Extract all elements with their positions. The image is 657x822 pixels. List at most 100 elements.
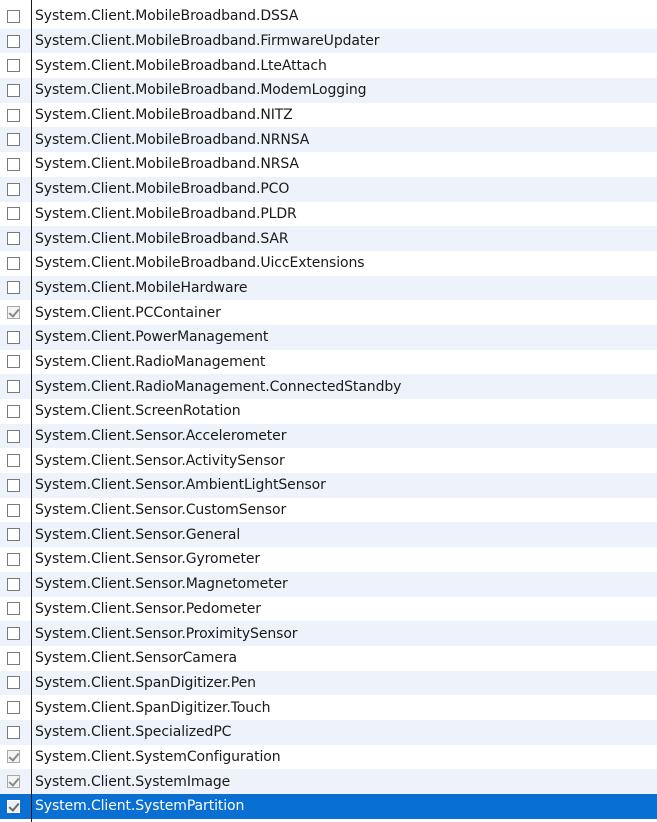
list-item[interactable]: System.Client.Sensor.Gyrometer: [0, 547, 657, 572]
checkbox-cell[interactable]: [0, 498, 32, 523]
checkbox-cell[interactable]: [0, 794, 32, 819]
checkbox-cell[interactable]: [0, 152, 32, 177]
list-item[interactable]: System.Client.RadioManagement.ConnectedS…: [0, 374, 657, 399]
list-item[interactable]: System.Client.SystemImage: [0, 769, 657, 794]
list-item[interactable]: System.Client.SystemConfiguration: [0, 745, 657, 770]
checkbox[interactable]: [6, 552, 20, 566]
list-item[interactable]: System.Client.Sensor.Accelerometer: [0, 423, 657, 449]
feature-list[interactable]: System.Client.MobileBroadband.DSSA System…: [0, 4, 657, 819]
checkbox-cell[interactable]: [0, 522, 32, 547]
checkbox[interactable]: [6, 478, 20, 492]
checkbox-cell[interactable]: [0, 325, 32, 350]
checkbox[interactable]: [6, 503, 20, 517]
checkbox-cell[interactable]: [0, 597, 32, 622]
checkbox[interactable]: [6, 627, 20, 641]
checkbox-cell[interactable]: [0, 202, 32, 227]
checkbox[interactable]: [6, 676, 20, 690]
list-item[interactable]: System.Client.PowerManagement: [0, 324, 657, 350]
checkbox-cell[interactable]: [0, 374, 32, 399]
checkbox[interactable]: [6, 651, 20, 665]
checkbox[interactable]: [6, 577, 20, 591]
checkbox[interactable]: [6, 182, 20, 196]
checkbox-cell[interactable]: [0, 4, 32, 29]
checkbox-cell[interactable]: [0, 621, 32, 646]
checkbox-checked[interactable]: [6, 799, 20, 813]
checkbox-cell[interactable]: [0, 646, 32, 671]
checkbox-cell[interactable]: [0, 572, 32, 597]
list-item[interactable]: System.Client.MobileBroadband.NITZ: [0, 103, 657, 128]
list-item[interactable]: System.Client.MobileBroadband.LteAttach: [0, 53, 657, 78]
list-item[interactable]: System.Client.Sensor.CustomSensor: [0, 498, 657, 523]
list-item[interactable]: System.Client.MobileBroadband.PCO: [0, 176, 657, 202]
checkbox-checked[interactable]: [6, 775, 20, 789]
checkbox[interactable]: [6, 9, 20, 23]
checkbox-cell[interactable]: [0, 29, 32, 54]
checkbox-cell[interactable]: [0, 127, 32, 152]
checkbox-cell[interactable]: [0, 720, 32, 745]
list-item[interactable]: System.Client.Sensor.General: [0, 522, 657, 548]
checkbox-cell[interactable]: [0, 695, 32, 720]
list-item[interactable]: System.Client.SpanDigitizer.Touch: [0, 695, 657, 720]
checkbox[interactable]: [6, 59, 20, 73]
checkbox-cell[interactable]: [0, 448, 32, 473]
list-item[interactable]: System.Client.SpanDigitizer.Pen: [0, 670, 657, 696]
checkbox[interactable]: [6, 429, 20, 443]
checkbox[interactable]: [6, 34, 20, 48]
checkbox-cell[interactable]: [0, 769, 32, 794]
list-item[interactable]: System.Client.ScreenRotation: [0, 399, 657, 424]
checkbox-cell[interactable]: [0, 473, 32, 498]
list-item[interactable]: System.Client.MobileBroadband.PLDR: [0, 202, 657, 227]
checkbox[interactable]: [6, 281, 20, 295]
list-item[interactable]: System.Client.SystemPartition: [0, 794, 657, 819]
checkbox-cell[interactable]: [0, 251, 32, 276]
checkbox-cell[interactable]: [0, 671, 32, 696]
checkbox[interactable]: [6, 725, 20, 739]
list-item[interactable]: System.Client.MobileBroadband.SAR: [0, 226, 657, 251]
checkbox[interactable]: [6, 602, 20, 616]
checkbox-cell[interactable]: [0, 103, 32, 128]
checkbox-cell[interactable]: [0, 276, 32, 301]
checkbox[interactable]: [6, 528, 20, 542]
list-item[interactable]: System.Client.SensorCamera: [0, 646, 657, 671]
checkbox-cell[interactable]: [0, 350, 32, 375]
checkbox-cell[interactable]: [0, 226, 32, 251]
checkbox[interactable]: [6, 454, 20, 468]
list-item[interactable]: System.Client.MobileBroadband.DSSA: [0, 4, 657, 29]
checkbox[interactable]: [6, 380, 20, 394]
checkbox[interactable]: [6, 232, 20, 246]
list-item[interactable]: System.Client.Sensor.Pedometer: [0, 597, 657, 622]
list-item[interactable]: System.Client.SpecializedPC: [0, 719, 657, 745]
checkbox-cell[interactable]: [0, 177, 32, 202]
checkbox[interactable]: [6, 330, 20, 344]
checkbox-cell[interactable]: [0, 53, 32, 78]
list-item[interactable]: System.Client.Sensor.ProximitySensor: [0, 621, 657, 646]
checkbox[interactable]: [6, 83, 20, 97]
checkbox-checked[interactable]: [6, 306, 20, 320]
list-item[interactable]: System.Client.MobileHardware: [0, 275, 657, 301]
checkbox[interactable]: [6, 108, 20, 122]
checkbox-cell[interactable]: [0, 399, 32, 424]
checkbox-checked[interactable]: [6, 750, 20, 764]
checkbox-cell[interactable]: [0, 300, 32, 325]
list-item[interactable]: System.Client.Sensor.AmbientLightSensor: [0, 473, 657, 498]
list-item[interactable]: System.Client.MobileBroadband.UiccExtens…: [0, 251, 657, 276]
list-item[interactable]: System.Client.PCContainer: [0, 300, 657, 325]
checkbox[interactable]: [6, 133, 20, 147]
checkbox[interactable]: [6, 404, 20, 418]
list-item[interactable]: System.Client.Sensor.ActivitySensor: [0, 448, 657, 473]
checkbox-cell[interactable]: [0, 745, 32, 770]
checkbox[interactable]: [6, 207, 20, 221]
list-item[interactable]: System.Client.MobileBroadband.NRNSA: [0, 127, 657, 153]
checkbox[interactable]: [6, 701, 20, 715]
checkbox[interactable]: [6, 256, 20, 270]
list-item[interactable]: System.Client.RadioManagement: [0, 350, 657, 375]
checkbox[interactable]: [6, 355, 20, 369]
list-item[interactable]: System.Client.MobileBroadband.ModemLoggi…: [0, 78, 657, 103]
list-item[interactable]: System.Client.Sensor.Magnetometer: [0, 571, 657, 597]
checkbox-cell[interactable]: [0, 424, 32, 449]
list-item[interactable]: System.Client.MobileBroadband.FirmwareUp…: [0, 28, 657, 54]
checkbox-cell[interactable]: [0, 547, 32, 572]
checkbox-cell[interactable]: [0, 78, 32, 103]
checkbox[interactable]: [6, 157, 20, 171]
list-item[interactable]: System.Client.MobileBroadband.NRSA: [0, 152, 657, 177]
